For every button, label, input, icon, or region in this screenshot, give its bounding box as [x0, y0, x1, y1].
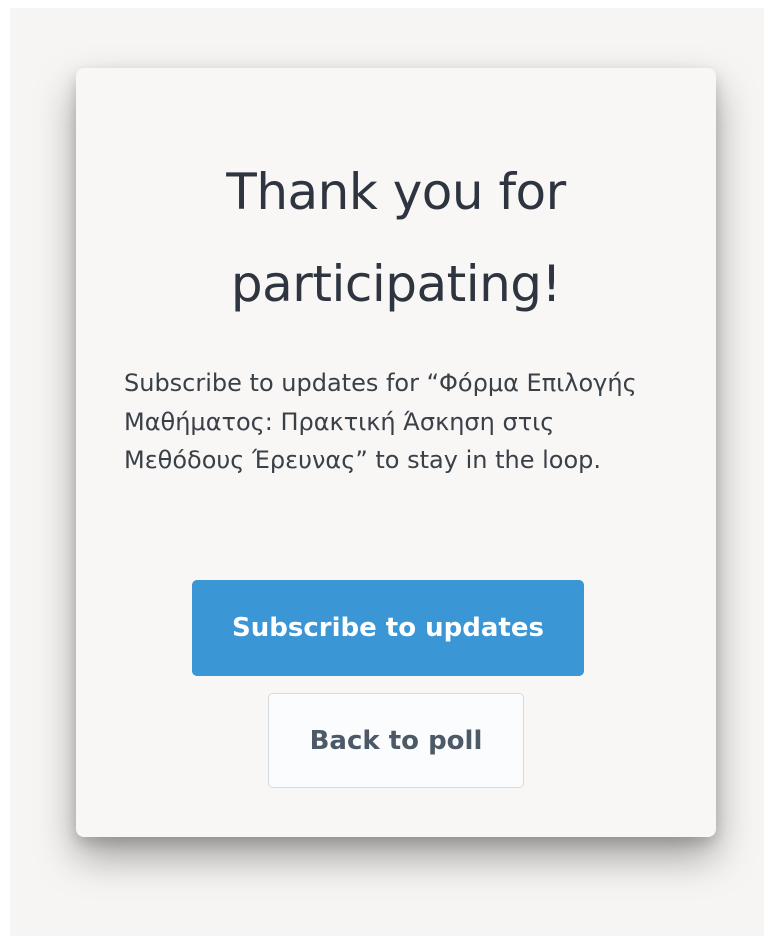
- back-to-poll-button[interactable]: Back to poll: [268, 693, 524, 788]
- thank-you-dialog: Thank you for participating! Subscribe t…: [76, 68, 716, 837]
- subscribe-message: Subscribe to updates for “Φόρμα Επιλογής…: [124, 369, 637, 474]
- dialog-title: Thank you for participating!: [226, 163, 566, 313]
- subscribe-button[interactable]: Subscribe to updates: [192, 580, 584, 676]
